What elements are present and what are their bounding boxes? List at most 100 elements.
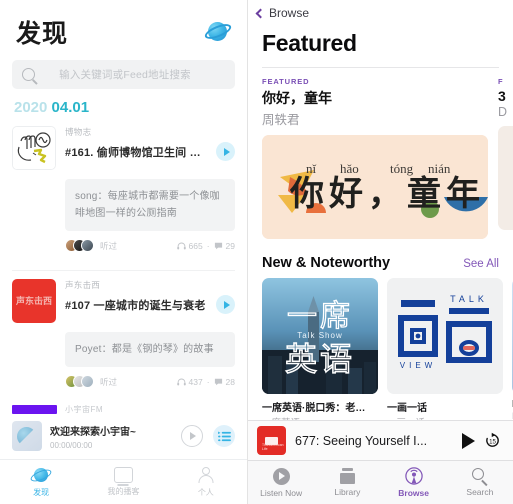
library-top bbox=[341, 468, 353, 471]
listen-now-icon bbox=[272, 467, 290, 485]
tab-label: Library bbox=[334, 487, 361, 497]
now-playing-cover[interactable]: This American Life bbox=[257, 426, 286, 455]
tab-label: Browse bbox=[398, 488, 429, 498]
dual-screenshot-container: 发现 输入关键词或Feed地址搜索 2020 04.01 博物志 #161. 偷… bbox=[0, 0, 513, 504]
now-playing-bar[interactable]: 欢迎来探索小宇宙~ 00:00/00:00 bbox=[12, 418, 235, 459]
headphones-icon bbox=[176, 378, 186, 386]
cover-label: This American Life bbox=[262, 443, 284, 451]
back-button[interactable]: Browse bbox=[248, 0, 513, 24]
featured-card[interactable]: FEATURED 你好，童年 周轶君 nǐ hǎo tóng nián 你好，童… bbox=[262, 77, 488, 239]
tab-search[interactable]: Search bbox=[447, 468, 513, 497]
now-playing-title: 欢迎来探索小宇宙~ bbox=[50, 426, 136, 438]
play-button[interactable] bbox=[462, 432, 475, 449]
now-playing-bar[interactable]: This American Life 677: Seeing Yourself … bbox=[248, 420, 513, 460]
new-noteworthy-carousel[interactable]: 一席 Talk Show 英语 一席英语·脱口秀：老… 一席英语 bbox=[248, 278, 513, 420]
now-playing-info: 欢迎来探索小宇宙~ 00:00/00:00 bbox=[42, 423, 181, 450]
svg-text:一席: 一席 bbox=[287, 299, 353, 334]
channel-name[interactable]: 博物志 bbox=[65, 126, 235, 138]
listened-label: 听过 bbox=[100, 240, 118, 251]
comment-icon bbox=[214, 242, 223, 250]
podcast-artwork[interactable]: TALK VIEW bbox=[387, 278, 503, 394]
play-count: 665 bbox=[188, 240, 203, 251]
featured-carousel[interactable]: FEATURED 你好，童年 周轶君 nǐ hǎo tóng nián 你好，童… bbox=[248, 68, 513, 239]
tab-label: 个人 bbox=[197, 487, 214, 497]
search-circle bbox=[471, 468, 484, 480]
right-app-screen: Browse Featured FEATURED 你好，童年 周轶君 nǐ hǎ… bbox=[248, 0, 513, 504]
playlist-button[interactable] bbox=[213, 425, 235, 447]
tab-label: 我的播客 bbox=[107, 487, 140, 496]
section-title: New & Noteworthy bbox=[262, 255, 391, 271]
search-handle bbox=[481, 480, 488, 487]
episode-stats: 665 · 29 bbox=[176, 240, 235, 251]
search-placeholder: 输入关键词或Feed地址搜索 bbox=[59, 69, 191, 81]
tab-library[interactable]: Library bbox=[314, 468, 380, 497]
chevron-left-icon bbox=[255, 8, 266, 18]
featured-title: 3 bbox=[498, 88, 506, 104]
tab-profile[interactable]: 个人 bbox=[165, 466, 247, 498]
tv-icon bbox=[113, 467, 133, 483]
play-button[interactable] bbox=[216, 295, 235, 314]
play-button[interactable] bbox=[181, 425, 203, 447]
feed-list[interactable]: 博物志 #161. 偷师博物馆卫生间 … song：每座城市都需要一个像咖啡地图… bbox=[0, 122, 247, 402]
search-icon bbox=[471, 468, 488, 487]
comment-count: 29 bbox=[225, 240, 235, 251]
new-noteworthy-header: New & Noteworthy See All bbox=[248, 239, 513, 278]
tab-label: Listen Now bbox=[260, 487, 303, 498]
page-title: 发现 bbox=[16, 20, 69, 48]
episode-quote: Poyet：都是《钢的琴》的故事 bbox=[65, 332, 235, 367]
episode-title[interactable]: #161. 偷师博物馆卫生间 … bbox=[65, 144, 210, 160]
tab-my-podcasts[interactable]: 我的播客 bbox=[82, 467, 164, 497]
episode-footer: 听过 437 · 28 bbox=[65, 375, 235, 396]
date-monthday: 04.01 bbox=[51, 99, 90, 116]
list-item[interactable]: 博物志 #161. 偷师博物馆卫生间 … song：每座城市都需要一个像咖啡地图… bbox=[12, 122, 235, 271]
episode-cover-art[interactable] bbox=[12, 126, 56, 170]
episode-meta: 博物志 #161. 偷师博物馆卫生间 … bbox=[56, 126, 235, 161]
play-icon bbox=[223, 300, 230, 309]
episode-quote: song：每座城市都需要一个像咖啡地图一样的公厕指南 bbox=[65, 179, 235, 231]
featured-artwork[interactable] bbox=[498, 126, 513, 230]
podcast-card[interactable]: TALK VIEW 一画一话 一画一话 bbox=[387, 278, 503, 420]
browse-scroll-area[interactable]: FEATURED 你好，童年 周轶君 nǐ hǎo tóng nián 你好，童… bbox=[248, 68, 513, 420]
svg-text:TALK: TALK bbox=[450, 294, 488, 304]
play-count: 437 bbox=[188, 376, 203, 387]
fm-tag-row: 小宇宙FM bbox=[12, 402, 235, 418]
comment-icon bbox=[214, 378, 223, 386]
yihua-yihua-artwork: TALK VIEW bbox=[387, 278, 503, 394]
see-all-link[interactable]: See All bbox=[463, 258, 499, 270]
discover-header: 发现 bbox=[0, 0, 247, 58]
avatar bbox=[81, 375, 94, 388]
hello-childhood-artwork: nǐ hǎo tóng nián 你好，童年 bbox=[262, 135, 488, 239]
listener-avatars: 听过 bbox=[65, 239, 117, 252]
featured-card-partial[interactable]: F 3 D bbox=[498, 77, 513, 239]
back-label: Browse bbox=[269, 6, 310, 20]
person-body bbox=[198, 474, 214, 483]
list-item[interactable]: 声东击西 声东击西 #107 一座城市的诞生与衰老 Poyet：都是《钢的琴》的… bbox=[12, 275, 235, 402]
play-icon bbox=[190, 432, 196, 440]
podcast-artwork[interactable]: 一席 Talk Show 英语 bbox=[262, 278, 378, 394]
featured-title: 你好，童年 bbox=[262, 90, 332, 106]
now-playing-title: 677: Seeing Yourself I... bbox=[295, 433, 428, 448]
episode-cover-art[interactable]: 声东击西 bbox=[12, 279, 56, 323]
tab-browse[interactable]: Browse bbox=[381, 467, 447, 498]
avatar bbox=[81, 239, 94, 252]
featured-artwork[interactable]: nǐ hǎo tóng nián 你好，童年 bbox=[262, 135, 488, 239]
channel-name[interactable]: 声东击西 bbox=[65, 279, 235, 291]
episode-title[interactable]: #107 一座城市的诞生与衰老 bbox=[65, 297, 210, 313]
tab-discover[interactable]: 发现 bbox=[0, 466, 82, 498]
browse-icon bbox=[404, 467, 423, 485]
skip-forward-15-icon[interactable]: 15 bbox=[484, 432, 501, 449]
comment-count: 28 bbox=[225, 376, 235, 387]
feed-date: 2020 04.01 bbox=[0, 89, 247, 122]
tab-label: 发现 bbox=[33, 487, 50, 497]
tab-listen-now[interactable]: Listen Now bbox=[248, 467, 314, 498]
now-playing-strip: 小宇宙FM 欢迎来探索小宇宙~ 00:00/00:00 bbox=[0, 402, 247, 459]
cover-logo-text: 声东击西 bbox=[15, 295, 52, 306]
podcast-name: 一席英语·脱口秀：老… bbox=[262, 403, 366, 414]
now-playing-cover[interactable] bbox=[12, 421, 42, 451]
play-button[interactable] bbox=[216, 142, 235, 161]
left-tab-bar: 发现 我的播客 个人 bbox=[0, 459, 247, 504]
search-input[interactable]: 输入关键词或Feed地址搜索 bbox=[12, 60, 235, 89]
podcast-card[interactable]: 一席 Talk Show 英语 一席英语·脱口秀：老… 一席英语 bbox=[262, 278, 378, 420]
playlist-icon bbox=[217, 431, 231, 441]
planet-icon[interactable] bbox=[202, 19, 234, 45]
